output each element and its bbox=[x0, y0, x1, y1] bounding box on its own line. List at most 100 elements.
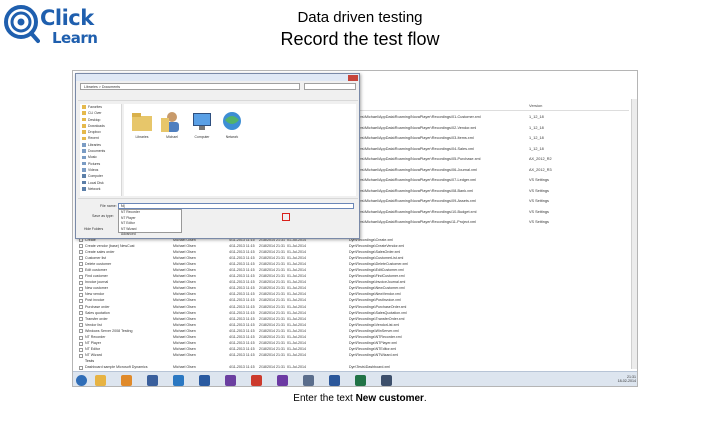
folder-tile[interactable]: Michael bbox=[158, 108, 186, 142]
folder-tile[interactable]: Libraries bbox=[128, 108, 156, 142]
row-checkbox[interactable] bbox=[79, 365, 83, 370]
caption-prefix: Enter the text bbox=[293, 393, 356, 404]
row-path: Dyn\Recordings\SalesQuotation.xml bbox=[349, 310, 407, 315]
hide-folders-toggle[interactable]: Hide Folders bbox=[84, 227, 103, 231]
folder-icon bbox=[82, 187, 86, 191]
row-checkbox[interactable] bbox=[79, 329, 83, 334]
word-icon[interactable] bbox=[329, 375, 340, 386]
computer-icon bbox=[193, 113, 211, 130]
row-user: Michael Olsen bbox=[173, 322, 196, 327]
nav-item-label: Network bbox=[88, 186, 101, 191]
nav-item-label: Pictures bbox=[88, 161, 101, 166]
row-name: Dashboard sample Microsoft Dynamics bbox=[85, 365, 148, 370]
save-as-dialog: Libraries > Documents Favorites CLI Over D… bbox=[75, 73, 360, 239]
row-d3: 01-Jul-2014 bbox=[287, 255, 306, 260]
slide-subtitle: Record the test flow bbox=[280, 29, 440, 49]
row-d1: 4/11-2013 11:15 bbox=[229, 310, 255, 315]
instruction-caption: Enter the text New customer. bbox=[0, 393, 720, 404]
background-row-path: C:\Users\Michael\AppData\Roaming\NovaPla… bbox=[349, 115, 481, 119]
search-input[interactable] bbox=[304, 83, 356, 90]
row-path: Dyn\Recordings\DeleteCustomer.xml bbox=[349, 261, 408, 266]
nav-item[interactable]: Network bbox=[80, 186, 121, 192]
media-icon[interactable] bbox=[121, 375, 132, 386]
folder-tile-label: Computer bbox=[194, 135, 210, 139]
row-checkbox[interactable] bbox=[79, 268, 83, 273]
row-checkbox[interactable] bbox=[79, 323, 83, 328]
row-checkbox[interactable] bbox=[79, 262, 83, 267]
folder-icon bbox=[82, 174, 86, 179]
row-d3: 01-Jul-2014 bbox=[287, 304, 306, 309]
row-checkbox[interactable] bbox=[79, 341, 83, 346]
app-icon[interactable] bbox=[147, 375, 158, 386]
row-checkbox[interactable] bbox=[79, 335, 83, 340]
address-bar[interactable]: Libraries > Documents bbox=[80, 83, 300, 90]
row-d2: 2/18/2014 21:31 bbox=[259, 255, 285, 260]
nav-item-label: Desktop bbox=[88, 117, 101, 122]
row-checkbox[interactable] bbox=[79, 311, 83, 316]
row-path: Dyn\Recordings\CustomerList.xml bbox=[349, 255, 404, 260]
app4-icon[interactable] bbox=[381, 375, 392, 386]
app2-icon[interactable] bbox=[225, 375, 236, 386]
dropdown-option[interactable]: Advanced bbox=[119, 232, 181, 238]
row-checkbox[interactable] bbox=[79, 244, 83, 249]
dynamics-icon[interactable] bbox=[199, 375, 210, 386]
folder-icon bbox=[82, 142, 86, 147]
row-name: Post invoice bbox=[85, 298, 105, 303]
folder-icon bbox=[82, 130, 86, 134]
background-row: C:\Users\Michael\AppData\Roaming\NovaPla… bbox=[349, 136, 631, 144]
start-button[interactable] bbox=[76, 375, 87, 386]
row-user: Michael Olsen bbox=[173, 292, 196, 297]
explorer-icon[interactable] bbox=[95, 375, 106, 386]
row-path: Dyn\Tests\Dashboard.xml bbox=[349, 365, 390, 370]
dialog-close-button[interactable] bbox=[348, 74, 358, 81]
app3-icon[interactable] bbox=[303, 375, 314, 386]
row-checkbox[interactable] bbox=[79, 286, 83, 291]
row-d2: 2/18/2014 21:31 bbox=[259, 353, 285, 358]
dialog-footer: File name: Save as type: N| NT Recorder N… bbox=[78, 198, 358, 238]
background-row: C:\Users\Michael\AppData\Roaming\NovaPla… bbox=[349, 126, 631, 134]
row-checkbox[interactable] bbox=[79, 347, 83, 352]
row-name: Sales quotation bbox=[85, 310, 110, 315]
row-checkbox[interactable] bbox=[79, 298, 83, 303]
row-path: Dyn\Recordings\EditCustomer.xml bbox=[349, 267, 404, 272]
vertical-scrollbar[interactable] bbox=[631, 99, 637, 369]
row-d1: 4/11-2013 11:15 bbox=[229, 261, 255, 266]
row-d3: 01-Jul-2014 bbox=[287, 261, 306, 266]
row-name: Create vendor (base) NewCust bbox=[85, 243, 135, 248]
background-row-path: C:\Users\Michael\AppData\Roaming\NovaPla… bbox=[349, 167, 477, 172]
background-row: C:\Users\Michael\AppData\Roaming\NovaPla… bbox=[349, 210, 631, 218]
chrome-icon[interactable] bbox=[251, 375, 262, 386]
folder-tile[interactable]: Computer bbox=[188, 108, 216, 142]
row-checkbox[interactable] bbox=[79, 280, 83, 285]
background-row: C:\Users\Michael\AppData\Roaming\NovaPla… bbox=[349, 220, 631, 228]
folder-tile[interactable]: Network bbox=[218, 108, 246, 142]
row-checkbox[interactable] bbox=[79, 250, 83, 255]
background-row-version: VS Settings bbox=[529, 199, 549, 203]
row-d3: 01-Jul-2014 bbox=[287, 353, 306, 358]
row-d2: 2/18/2014 21:31 bbox=[259, 365, 285, 370]
row-name: Vendor list bbox=[85, 322, 102, 327]
row-path: Dyn\Recordings\NTEditor.xml bbox=[349, 347, 397, 352]
background-row-version: 1_12_18 bbox=[529, 115, 544, 119]
row-checkbox[interactable] bbox=[79, 274, 83, 279]
excel-icon[interactable] bbox=[355, 375, 366, 386]
row-checkbox[interactable] bbox=[79, 317, 83, 322]
autocomplete-dropdown[interactable]: NT Recorder NT Player NT Editor NT Wizard Ad… bbox=[118, 209, 182, 236]
row-path: Dyn\Recordings\PurchaseOrder.xml bbox=[349, 304, 407, 309]
row-path: Dyn\Recordings\WinServer.xml bbox=[349, 328, 399, 333]
row-checkbox[interactable] bbox=[79, 353, 83, 358]
visual-studio-icon[interactable] bbox=[277, 375, 288, 386]
nav-item-label: Local Disk bbox=[88, 180, 104, 185]
row-d2: 2/18/2014 21:31 bbox=[259, 280, 285, 285]
row-checkbox[interactable] bbox=[79, 292, 83, 297]
row-d1: 4/11-2013 11:15 bbox=[229, 304, 255, 309]
dialog-titlebar bbox=[76, 74, 359, 81]
row-name: Create sales order bbox=[85, 249, 115, 254]
row-name: New vendor bbox=[85, 292, 105, 297]
row-d2: 2/18/2014 21:31 bbox=[259, 310, 285, 315]
row-checkbox[interactable] bbox=[79, 256, 83, 261]
row-checkbox[interactable] bbox=[79, 305, 83, 310]
background-row-path: C:\Users\Michael\AppData\Roaming\NovaPla… bbox=[349, 146, 474, 151]
ie-icon[interactable] bbox=[173, 375, 184, 386]
row-d3: 01-Jul-2014 bbox=[287, 292, 306, 297]
